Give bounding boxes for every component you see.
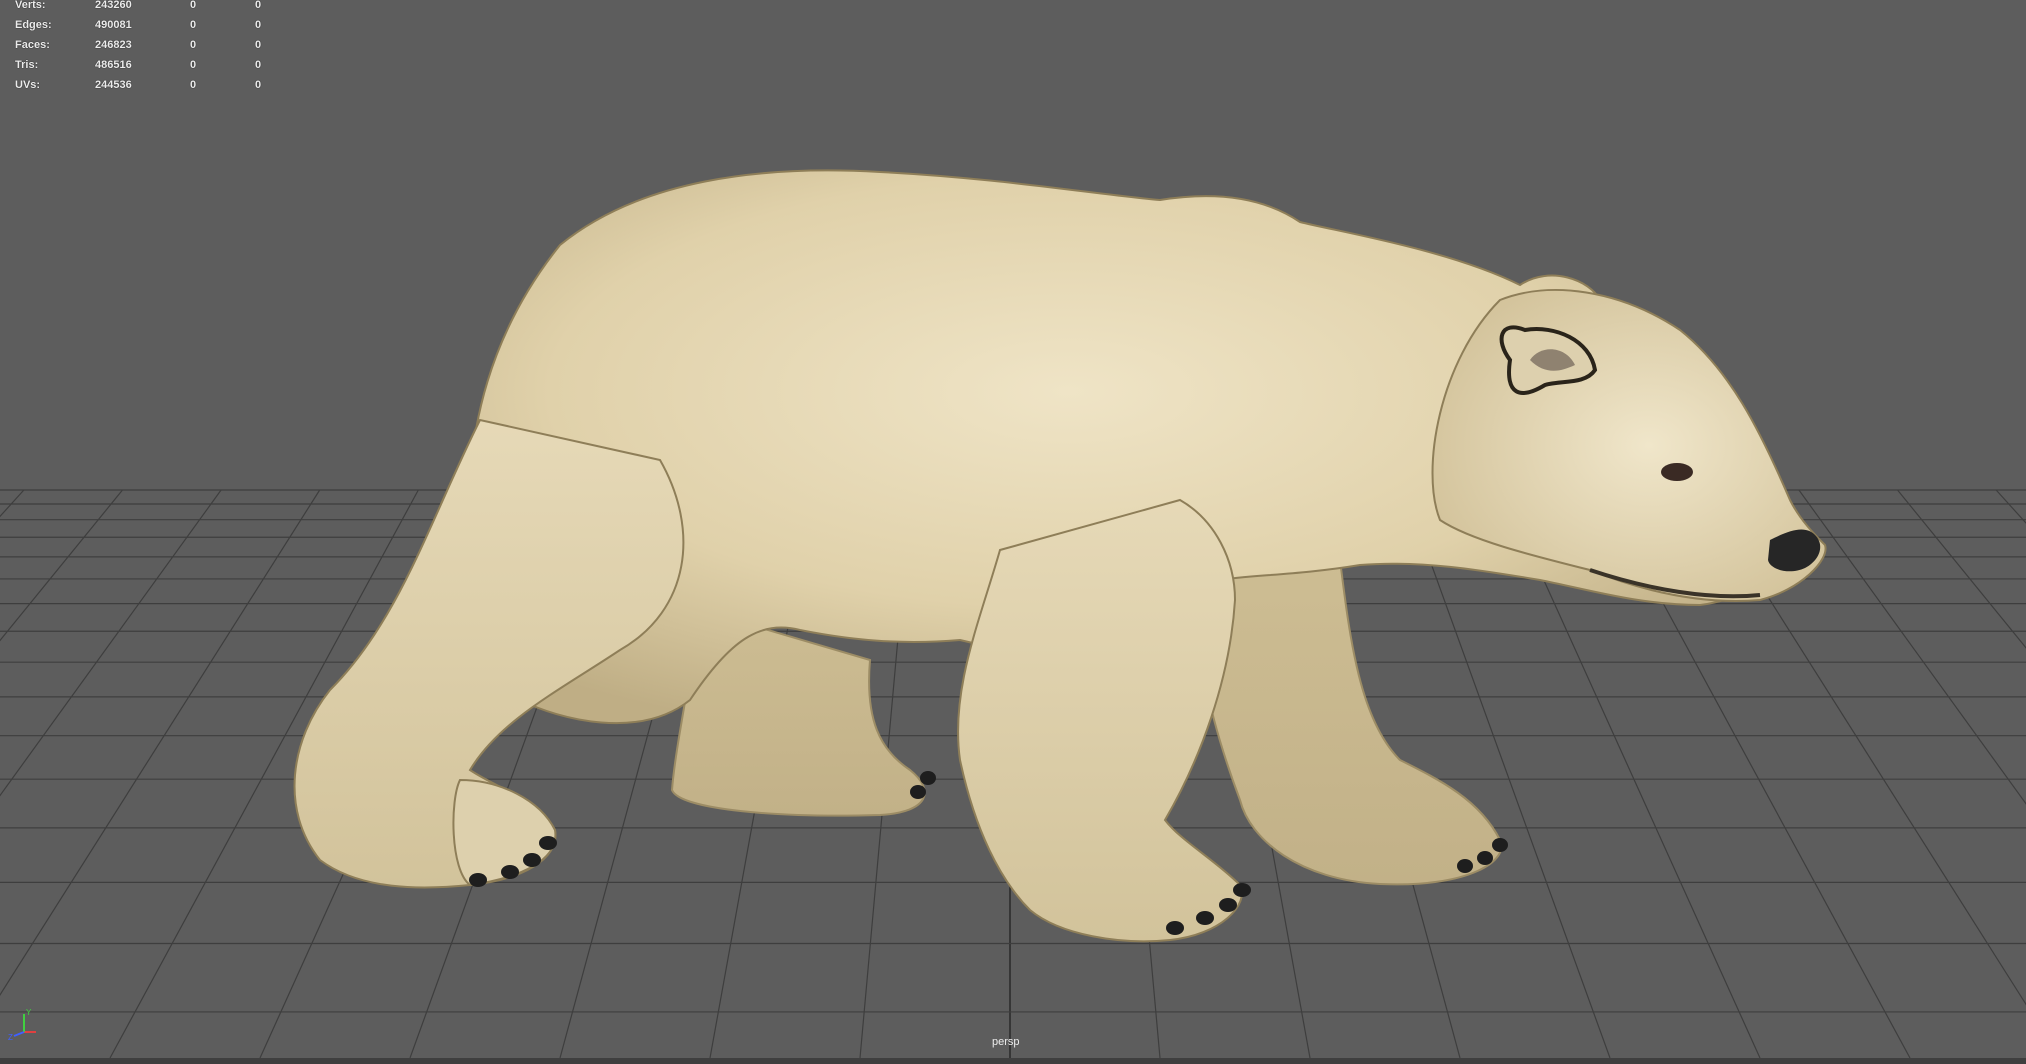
hud-total-value: 246823 — [95, 39, 132, 51]
hud-total-value: 244536 — [95, 79, 132, 91]
hud-component-value: 0 — [255, 39, 262, 51]
hud-row: Tris: 486516 0 0 — [15, 55, 275, 75]
hud-label: Verts: — [15, 0, 46, 11]
hud-selected-value: 0 — [190, 59, 197, 71]
hud-total-value: 490081 — [95, 19, 132, 31]
3d-viewport[interactable]: Verts: 243260 0 0 Edges: 490081 0 0 Faces: 246823… — [0, 0, 2026, 1058]
viewport-bottom-bar — [0, 1058, 2026, 1064]
hud-row: Verts: 243260 0 0 — [15, 0, 275, 15]
hud-label: Tris: — [15, 59, 39, 71]
hud-label: UVs: — [15, 79, 41, 91]
far-front-leg — [1196, 559, 1503, 886]
polar-bear-model[interactable] — [0, 0, 2026, 1058]
hud-total-value: 486516 — [95, 59, 132, 71]
bear-eye — [1661, 463, 1693, 481]
hud-row: Faces: 246823 0 0 — [15, 35, 275, 55]
hud-row: UVs: 244536 0 0 — [15, 75, 275, 95]
hud-label: Edges: — [15, 19, 52, 31]
poly-count-hud: Verts: 243260 0 0 Edges: 490081 0 0 Faces: 246823… — [15, 0, 275, 95]
hud-selected-value: 0 — [190, 39, 197, 51]
hud-selected-value: 0 — [190, 19, 197, 31]
hud-selected-value: 0 — [190, 0, 197, 11]
hud-component-value: 0 — [255, 79, 262, 91]
axis-gizmo: Y Z — [8, 1008, 36, 1042]
svg-text:Y: Y — [26, 1008, 32, 1017]
near-front-leg — [957, 498, 1243, 943]
svg-text:Z: Z — [8, 1033, 13, 1042]
hud-total-value: 243260 — [95, 0, 132, 11]
hud-label: Faces: — [15, 39, 50, 51]
hud-selected-value: 0 — [190, 79, 197, 91]
hud-row: Edges: 490081 0 0 — [15, 15, 275, 35]
hud-component-value: 0 — [255, 19, 262, 31]
camera-name-label: persp — [992, 1036, 1020, 1048]
hud-component-value: 0 — [255, 59, 262, 71]
hud-component-value: 0 — [255, 0, 262, 11]
